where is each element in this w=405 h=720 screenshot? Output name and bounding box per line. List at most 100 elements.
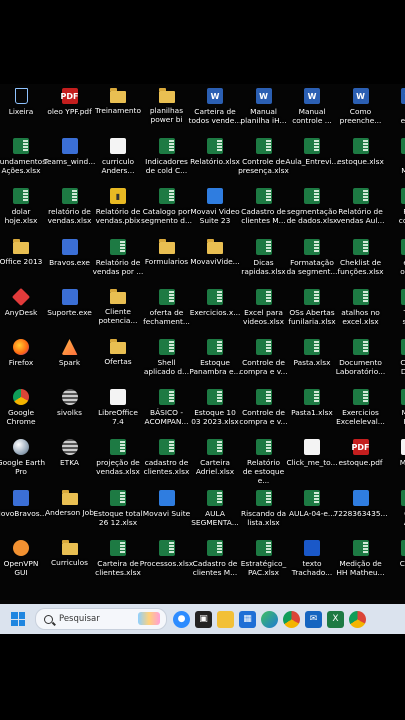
search-box[interactable]: Pesquisar	[35, 608, 167, 630]
desktop-icon[interactable]: W Carteira de todos vende...	[189, 88, 241, 125]
desktop-icon[interactable]: Carteira Adriel.xlsx	[190, 439, 240, 476]
desktop-icon[interactable]: Relatório.xlsx	[190, 138, 240, 166]
desktop-icon[interactable]: MovaviVide...	[190, 238, 240, 266]
desktop-icon[interactable]: Estratégico_ PAC.xlsx	[239, 539, 289, 577]
start-button[interactable]	[11, 612, 25, 626]
desktop-icon[interactable]: Suporte.exe	[45, 288, 95, 317]
desktop-icon[interactable]: Estoque total 26 12.xlsx	[93, 489, 143, 527]
desktop-icon[interactable]: Estoque 10 03 2023.xlsx	[190, 389, 240, 426]
mail-icon[interactable]: ✉	[305, 610, 322, 628]
desktop-icon[interactable]: PDF estoque.pdf	[336, 439, 386, 467]
desktop-icon[interactable]: dolar hoje.xlsx	[0, 188, 46, 225]
desktop-icon[interactable]: Conc	[384, 539, 405, 568]
desktop-icon[interactable]: Exercicios.x...	[190, 288, 240, 317]
desktop-icon[interactable]: Relatório de vendas por ...	[93, 238, 143, 276]
desktop-icon[interactable]: Controle de presença.xlsx	[238, 138, 289, 175]
desktop-icon[interactable]: W Manual controle ...	[287, 88, 337, 125]
desktop-icon[interactable]: projeção de vendas.xlsx	[93, 439, 143, 476]
desktop-icon[interactable]: OSs Abertas funilaria.xlsx	[287, 288, 337, 326]
desktop-icon[interactable]: Aula_Entrevi...	[285, 138, 339, 166]
desktop-icon[interactable]: Lixeira	[0, 88, 46, 116]
desktop-icon[interactable]: Riscando da lista.xlsx	[239, 489, 289, 527]
desktop-icon[interactable]: Formularios	[142, 238, 192, 266]
desktop-icon[interactable]: Cliente potencia...	[93, 288, 143, 325]
desktop-icon[interactable]: COM DOS	[384, 339, 405, 376]
desktop-icon[interactable]: AnyDesk	[0, 287, 46, 317]
task-view-icon[interactable]: ▣	[195, 610, 212, 628]
desktop-icon[interactable]: Cadastro de clientes M...	[190, 539, 240, 577]
desktop-icon[interactable]: PDF oleo YPF.pdf	[45, 88, 95, 116]
desktop-icon[interactable]: Formatação da segment...	[286, 238, 338, 276]
desktop-icon[interactable]: Carteira de clientes.xlsx	[93, 539, 143, 577]
desktop-icon[interactable]: Treinamento	[93, 88, 143, 115]
desktop-icon[interactable]: LibreOffice 7.4	[93, 389, 143, 426]
desktop-icon[interactable]: Indicadores de cold C...	[142, 138, 192, 175]
desktop-icon[interactable]: cadastro de clientes.xlsx	[142, 439, 192, 476]
desktop-icon[interactable]: Bravos.exe	[45, 238, 95, 267]
desktop-icon[interactable]: Excel para videos.xlsx	[239, 288, 289, 326]
desktop-icon[interactable]: Fundamentos Ações.xlsx	[0, 138, 46, 175]
desktop-icon[interactable]: Spark	[45, 339, 95, 367]
desktop-icon[interactable]: oferta de fechament...	[142, 288, 192, 326]
desktop-icon[interactable]: relatório de vendas.xlsx	[45, 188, 95, 225]
desktop-icon[interactable]: Cadastro de clientes M...	[239, 188, 289, 225]
desktop-icon[interactable]: Movavi Suite	[142, 489, 192, 518]
desktop-icon[interactable]: sivolks	[45, 389, 95, 417]
desktop-icon[interactable]: Cheklist de funções.xlsx	[336, 238, 386, 276]
desktop-icon[interactable]: Math	[384, 439, 405, 467]
desktop-icon[interactable]: BÁSICO - ACOMPAN...	[142, 389, 192, 426]
desktop-icon[interactable]: 7228363435...	[334, 489, 388, 518]
desktop-icon[interactable]: AULA-04-e...	[287, 489, 337, 518]
desktop-icon[interactable]: NovoBravos...	[0, 489, 47, 518]
chrome-icon-2[interactable]	[349, 610, 366, 628]
desktop-icon[interactable]: OpenVPN GUI	[0, 539, 46, 577]
desktop-icon[interactable]: Google Chrome	[0, 389, 46, 426]
desktop-icon[interactable]: curriculo Anders...	[93, 138, 143, 175]
desktop-icon[interactable]: Anderson Job	[45, 489, 95, 517]
desktop-icon[interactable]: est obse	[384, 238, 405, 276]
desktop-icon[interactable]: Exercicios Exceleleval...	[336, 389, 386, 426]
desktop-icon[interactable]: planilhas power bi	[142, 88, 192, 124]
desktop-icon[interactable]: Fur comb	[384, 188, 405, 225]
desktop-icon[interactable]: ETKA	[45, 439, 95, 467]
desktop-icon[interactable]: estoque.xlsx	[336, 138, 386, 166]
desktop-icon[interactable]: Estoque Panambra e...	[189, 339, 241, 376]
desktop-icon[interactable]: Processos.xlsx	[140, 539, 193, 568]
desktop-icon[interactable]: atalhos no excel.xlsx	[336, 288, 386, 326]
desktop-icon[interactable]: Mec HH	[384, 389, 405, 426]
desktop-icon[interactable]: Medição de HH Matheu...	[336, 539, 386, 577]
desktop-icon[interactable]: texto Trachado...	[287, 539, 337, 577]
desktop-icon[interactable]: Shell aplicado d...	[142, 339, 192, 376]
chrome-icon[interactable]	[283, 610, 300, 628]
desktop-icon[interactable]: W Ex ente	[384, 88, 405, 125]
desktop-icon[interactable]: Pasta.xlsx	[287, 339, 337, 367]
desktop-icon[interactable]: Ofertas	[93, 339, 143, 366]
desktop-icon[interactable]: Office 2013	[0, 238, 46, 266]
desktop-icon[interactable]: Firefox	[0, 339, 46, 367]
desktop-icon[interactable]: W Manual planilha iH...	[239, 88, 289, 125]
desktop-icon[interactable]: Relatório de vendas Aul...	[336, 188, 386, 225]
desktop-icon[interactable]: Relatório de estoque e...	[239, 439, 289, 485]
desktop-icon[interactable]: Curriculos	[45, 539, 95, 567]
desktop-icon[interactable]: Ch AB	[384, 489, 405, 527]
store-icon[interactable]: ▦	[239, 610, 256, 628]
desktop-icon[interactable]: W Como preenche...	[336, 88, 386, 125]
desktop-icon[interactable]: Click_me_to...	[286, 439, 338, 467]
desktop-icon[interactable]: Teams_wind...	[44, 138, 95, 166]
desktop-icon[interactable]: AULA SEGMENTA...	[190, 489, 240, 527]
zoom-icon[interactable]: ●	[173, 610, 190, 628]
desktop-icon[interactable]: ▮ Relatório de vendas.pbix	[93, 188, 143, 225]
desktop-icon[interactable]: Pasta1.xlsx	[287, 389, 337, 417]
desktop-icon[interactable]: Google Earth Pro	[0, 439, 46, 476]
desktop-icon[interactable]: Tre seg	[384, 288, 405, 326]
file-explorer-icon[interactable]	[217, 610, 234, 628]
excel-icon[interactable]: X	[327, 610, 344, 628]
desktop-icon[interactable]: Documento Laboratório...	[336, 339, 386, 376]
desktop-icon[interactable]: Controle de compra e v...	[239, 389, 289, 426]
desktop-icon[interactable]: Dicas rapidas.xlsx	[239, 238, 289, 276]
desktop-icon[interactable]: segmentação de dados.xlsx	[287, 188, 337, 225]
desktop-icon[interactable]: Catalogo por segmento d...	[141, 188, 192, 225]
desktop-icon[interactable]: G Man	[384, 138, 405, 175]
desktop-icon[interactable]: Movavi Video Suite 23	[190, 188, 240, 225]
desktop-icon[interactable]: Controle de compra e v...	[239, 339, 289, 376]
